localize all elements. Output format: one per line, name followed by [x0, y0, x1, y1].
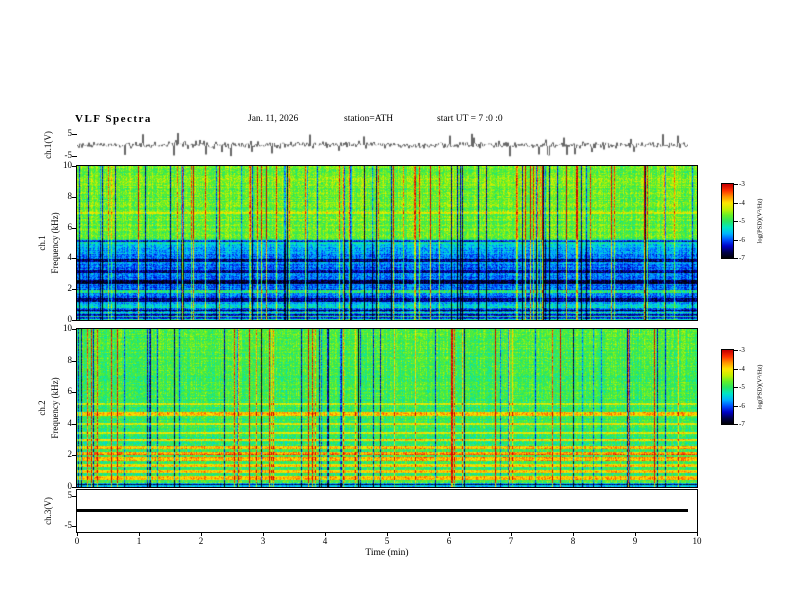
y-tick-label: 10 [63, 160, 72, 170]
x-tick-label: 2 [198, 536, 204, 546]
ch3-flat-trace [77, 509, 688, 512]
colorbar1-canvas [721, 183, 734, 259]
figure-title: VLF Spectra [75, 113, 152, 125]
colorbar-tick-label: -4 [739, 364, 745, 373]
x-tick-label: 3 [260, 536, 266, 546]
header-start-ut: start UT = 7 :0 :0 [437, 114, 503, 124]
colorbar-tick-label: -3 [739, 180, 745, 188]
colorbar-tick-label: -5 [739, 217, 745, 225]
tick-mark [734, 221, 738, 222]
x-tick-label: 0 [74, 536, 80, 546]
y-tick-label: 5 [67, 127, 73, 138]
tick-mark [734, 424, 738, 425]
ch1-spectrogram-canvas [77, 166, 697, 320]
y-tick-label: 4 [67, 417, 73, 428]
tick-mark [72, 289, 77, 291]
x-tick-label: 7 [508, 536, 514, 546]
colorbar-tick-label: -4 [739, 198, 745, 207]
y-tick-label: 6 [67, 386, 73, 397]
y-tick-label: 2 [67, 449, 73, 460]
y-tick-label: 8 [67, 190, 73, 201]
y-tick-label: 4 [67, 252, 73, 263]
colorbar-tick-label: -5 [739, 383, 745, 391]
tick-mark [72, 360, 77, 362]
y-tick-label: -5 [64, 520, 73, 530]
tick-mark [72, 196, 77, 198]
tick-mark [734, 239, 738, 241]
spec2-channel-label: ch.2 [37, 400, 47, 416]
tick-mark [72, 526, 77, 527]
tick-mark [72, 392, 77, 394]
spec1-frame [76, 165, 698, 321]
x-tick-label: 4 [322, 536, 328, 546]
y-tick-label: 8 [67, 354, 73, 365]
x-tick-label: 8 [570, 536, 576, 546]
colorbar-tick-label: -7 [739, 254, 745, 262]
tick-mark [72, 329, 77, 330]
tick-mark [72, 320, 77, 321]
x-tick-label: 10 [692, 536, 702, 546]
tick-mark [734, 258, 738, 259]
header-date: Jan. 11, 2026 [248, 114, 299, 124]
spec1-channel-label: ch.1 [37, 235, 47, 251]
time-axis-label: Time (min) [365, 548, 409, 558]
y-tick-label: 5 [67, 490, 73, 500]
x-tick-label: 5 [384, 536, 390, 546]
colorbar2-canvas [721, 349, 734, 425]
tick-mark [72, 258, 77, 260]
tick-mark [72, 455, 77, 457]
header-station: station=ATH [344, 114, 394, 124]
tick-mark [72, 227, 77, 229]
colorbar-tick-label: -6 [739, 401, 745, 410]
x-tick-label: 9 [632, 536, 638, 546]
tick-mark [734, 368, 738, 370]
y-tick-label: 2 [67, 283, 73, 294]
vlf-spectra-figure: VLF Spectra Jan. 11, 2026 station=ATH st… [0, 0, 792, 612]
colorbar-tick-label: -7 [739, 420, 745, 428]
y-tick-label: -5 [64, 150, 73, 161]
tick-mark [72, 166, 77, 167]
ch1-voltage-ylabel: ch.1(V) [43, 131, 53, 159]
tick-mark [734, 184, 738, 185]
spec2-frame [76, 328, 698, 488]
y-tick-label: 6 [67, 221, 73, 232]
ch2-spectrogram-canvas [77, 329, 697, 487]
tick-mark [734, 405, 738, 407]
colorbar1-label: log(PSD)(V²/Hz) [756, 198, 764, 244]
colorbar-tick-label: -6 [739, 235, 745, 244]
x-tick-label: 6 [446, 536, 452, 546]
ch3-voltage-ylabel: ch.3(V) [43, 497, 53, 525]
tick-mark [734, 350, 738, 351]
tick-mark [72, 156, 77, 158]
tick-mark [734, 202, 738, 204]
tick-mark [72, 133, 77, 135]
y-tick-label: 10 [63, 323, 72, 333]
ch1-waveform-canvas [77, 129, 688, 161]
colorbar2-label: log(PSD)(V²/Hz) [756, 364, 764, 410]
colorbar-tick-label: -3 [739, 346, 745, 354]
tick-mark [72, 487, 77, 488]
tick-mark [72, 496, 77, 497]
x-tick-label: 1 [136, 536, 142, 546]
tick-mark [734, 387, 738, 388]
tick-mark [72, 423, 77, 425]
